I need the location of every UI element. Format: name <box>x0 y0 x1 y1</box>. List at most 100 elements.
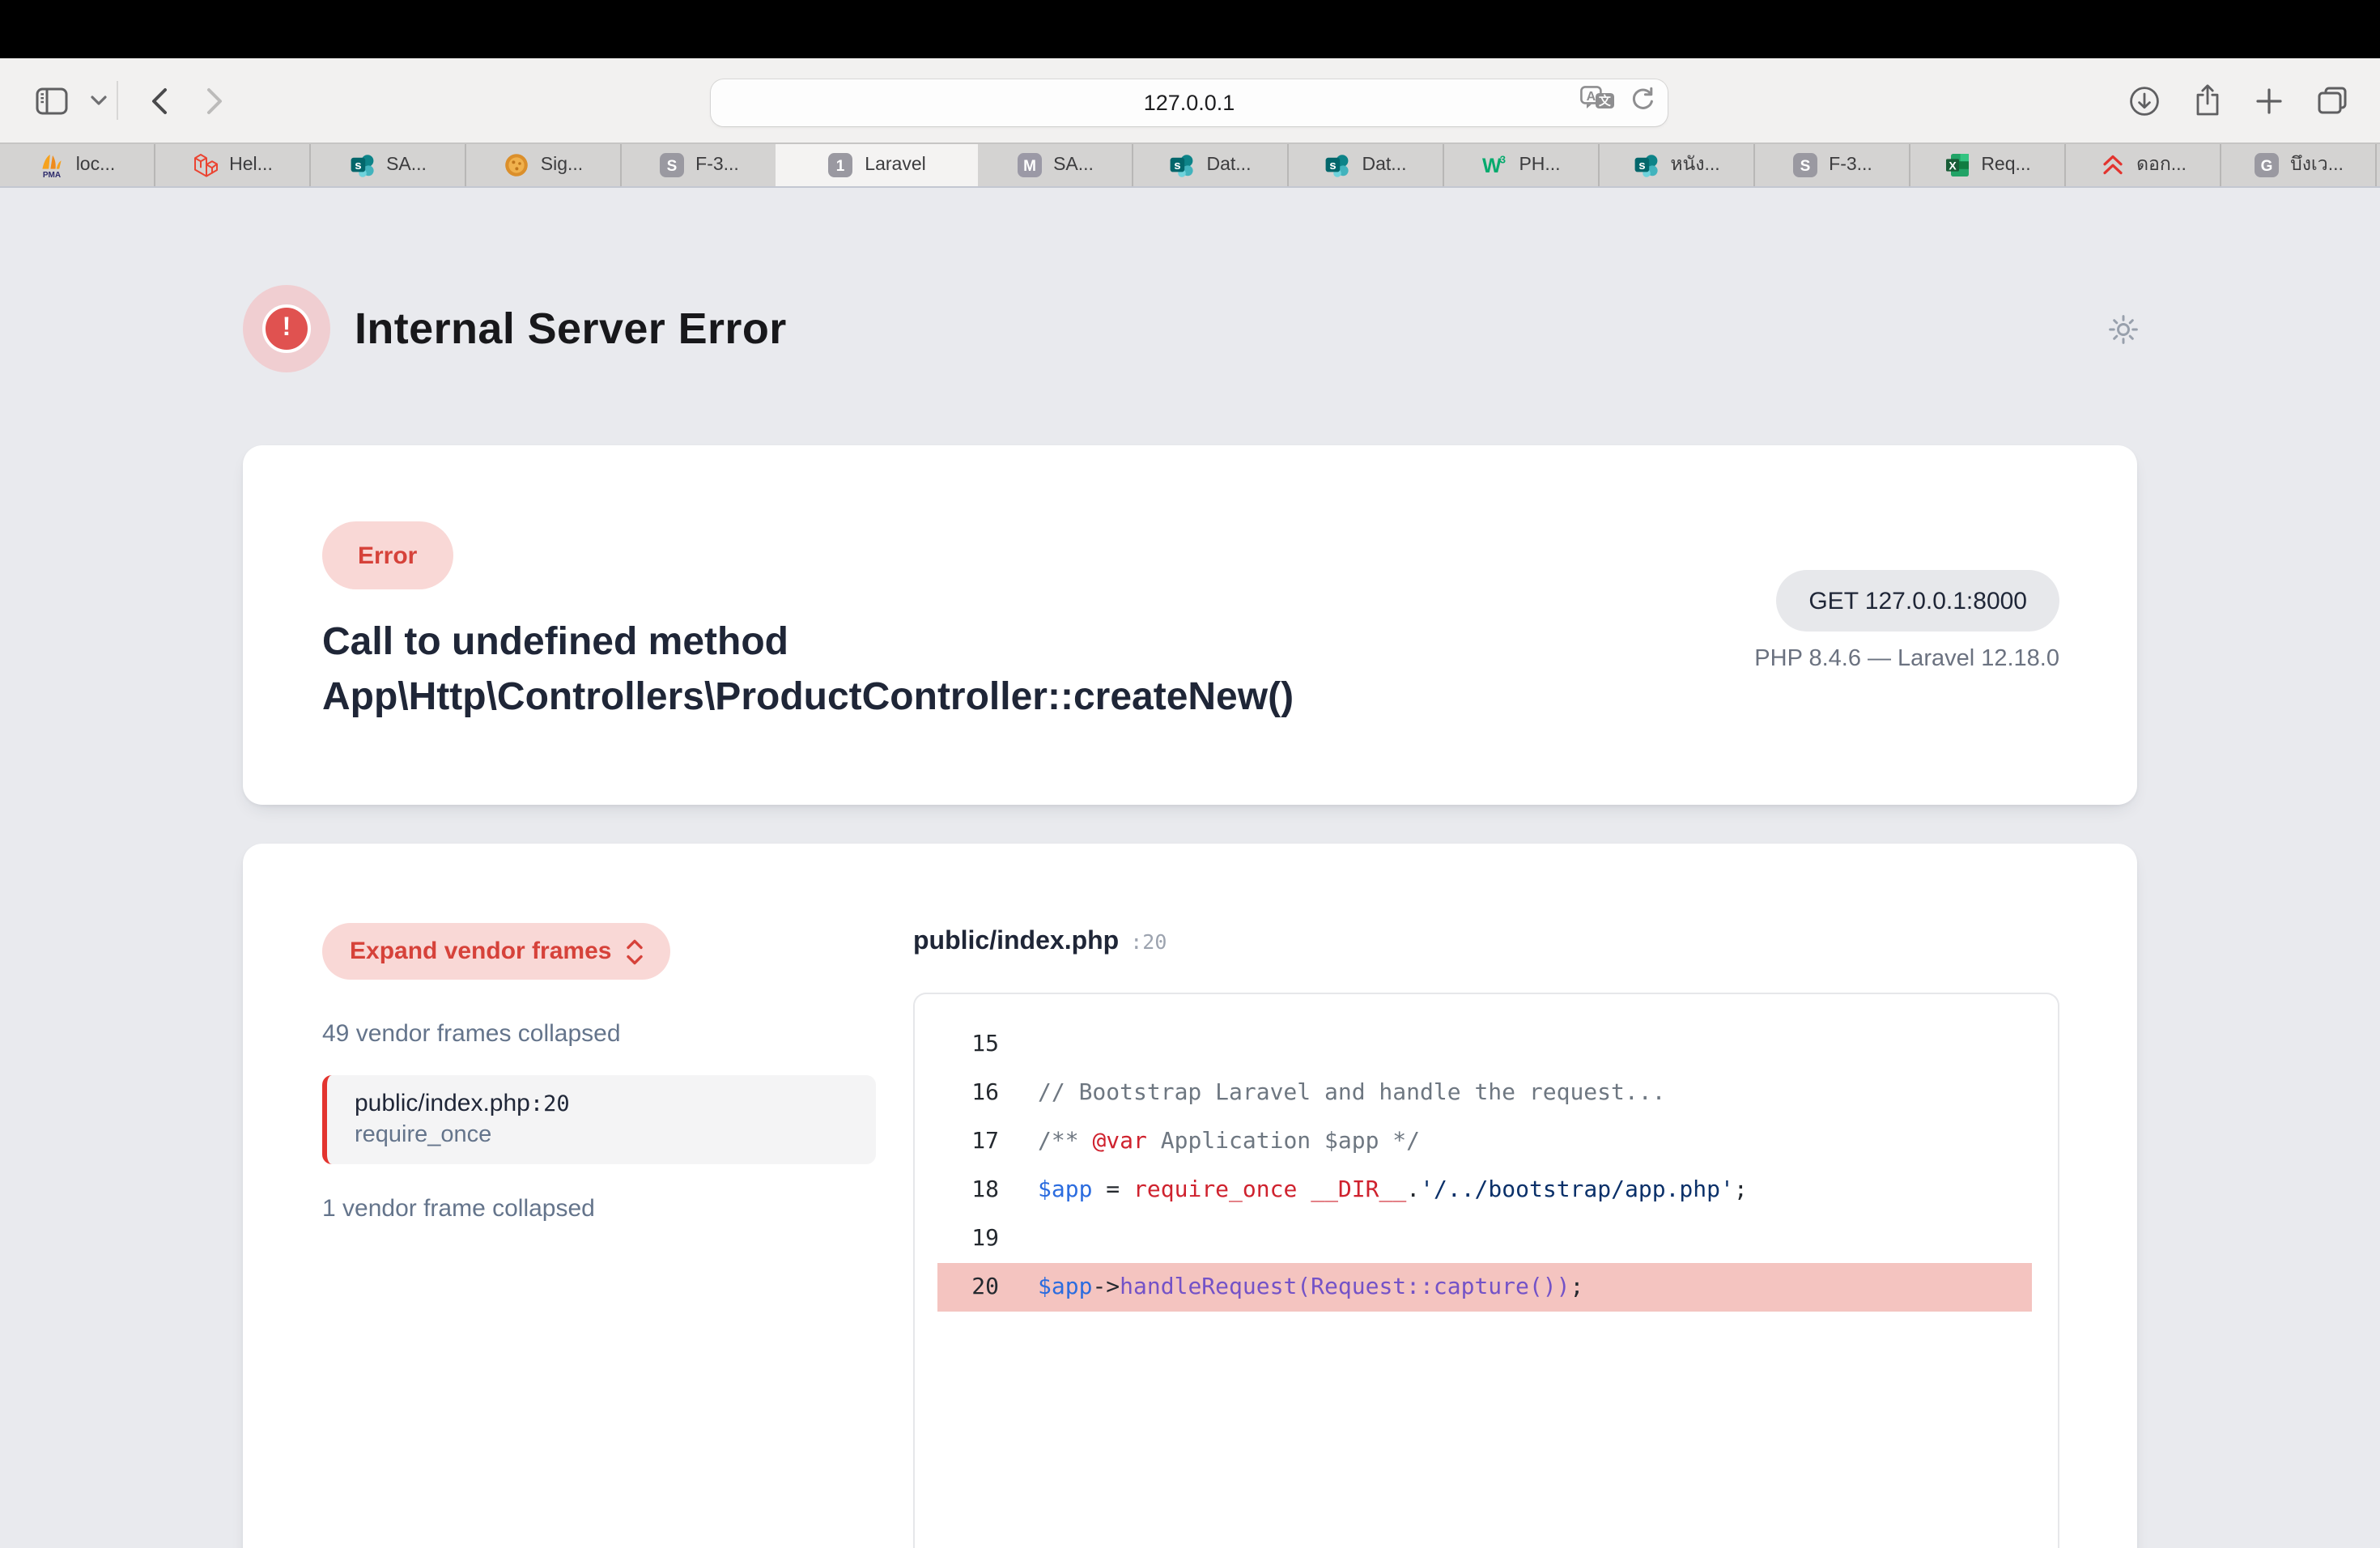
line-number: 16 <box>937 1080 999 1106</box>
menubar-black-strip <box>0 0 2380 58</box>
line-source: /** @var Application $app */ <box>1038 1129 1420 1155</box>
code-line: 17 /** @var Application $app */ <box>937 1117 2032 1166</box>
code-file-name: public/index.php <box>913 928 1119 957</box>
gray-s-icon: S <box>658 152 684 178</box>
line-number: 15 <box>937 1031 999 1057</box>
svg-text:W: W <box>1482 155 1502 177</box>
sharepoint-icon: s <box>1633 152 1659 178</box>
error-summary-card: Error Call to undefined method App\Http\… <box>243 445 2137 805</box>
code-file-header: public/index.php :20 <box>913 928 2059 957</box>
svg-text:s: s <box>1330 159 1337 172</box>
w3schools-icon: W3 <box>1481 152 1507 178</box>
browser-tab-10[interactable]: s หนัง... <box>1600 144 1755 186</box>
browser-tab-11[interactable]: S F-3... <box>1755 144 1910 186</box>
downloads-icon[interactable] <box>2129 85 2160 116</box>
excel-icon: X <box>1944 152 1970 178</box>
browser-tab-7[interactable]: s Dat... <box>1133 144 1289 186</box>
code-line-ref: :20 <box>1130 929 1167 954</box>
line-number: 17 <box>937 1129 999 1155</box>
line-number: 19 <box>937 1226 999 1252</box>
browser-tab-1[interactable]: Hel... <box>155 144 311 186</box>
svg-text:PMA: PMA <box>43 171 61 178</box>
browser-tab-6[interactable]: M SA... <box>978 144 1133 186</box>
page-header: ! Internal Server Error <box>243 285 2137 372</box>
code-line: 18 $app = require_once __DIR__.'/../boot… <box>937 1166 2032 1214</box>
gray-s-icon: S <box>1791 152 1817 178</box>
frame-function: require_once <box>355 1122 853 1148</box>
frame-file: public/index.php:20 <box>355 1090 853 1117</box>
reload-icon[interactable] <box>1630 86 1655 120</box>
stack-trace-card: Expand vendor frames 49 vendor frames co… <box>243 844 2137 1548</box>
url-text: 127.0.0.1 <box>1144 91 1235 115</box>
code-snippet: 15 16 // Bootstrap Laravel and handle th… <box>913 993 2059 1548</box>
svg-text:1: 1 <box>836 158 845 175</box>
laravel-error-page: ! Internal Server Error Error Call to un… <box>0 188 2380 1548</box>
sharepoint-icon: s <box>1325 152 1351 178</box>
browser-tab-0[interactable]: PMA loc... <box>0 144 155 186</box>
theme-toggle-sun-icon[interactable] <box>2106 312 2140 346</box>
line-number: 18 <box>937 1177 999 1203</box>
expand-chevrons-icon <box>626 938 642 964</box>
address-bar[interactable]: 127.0.0.1 A 文 <box>711 79 1668 126</box>
svg-text:S: S <box>666 158 677 175</box>
code-line: 19 <box>937 1214 2032 1263</box>
tab-group-chevron-icon[interactable] <box>91 96 107 105</box>
svg-text:s: s <box>1638 159 1645 172</box>
browser-tab-9[interactable]: W3 PH... <box>1444 144 1600 186</box>
share-icon[interactable] <box>2194 84 2221 117</box>
laravel-logo-icon <box>192 152 218 178</box>
code-line: 16 // Bootstrap Laravel and handle the r… <box>937 1069 2032 1117</box>
environment-versions: PHP 8.4.6 — Laravel 12.18.0 <box>1754 646 2059 672</box>
svg-text:X: X <box>1949 159 1957 172</box>
error-type-badge: Error <box>322 521 453 589</box>
svg-text:G: G <box>2260 158 2272 175</box>
svg-text:A: A <box>1587 90 1596 104</box>
orange-circle-icon <box>504 152 529 178</box>
svg-text:S: S <box>1800 158 1810 175</box>
browser-tab-active[interactable]: 1 Laravel <box>776 144 978 186</box>
browser-tab-14[interactable]: G บึงเว... <box>2221 144 2377 186</box>
new-tab-icon[interactable] <box>2255 87 2283 114</box>
collapsed-frames-note-top: 49 vendor frames collapsed <box>322 1020 876 1048</box>
gray-g-icon: G <box>2253 152 2279 178</box>
error-alert-icon: ! <box>243 285 330 372</box>
code-panel: public/index.php :20 15 16 // Bootstrap … <box>913 923 2059 1548</box>
svg-text:3: 3 <box>1500 154 1506 166</box>
svg-text:文: 文 <box>1599 94 1612 108</box>
browser-toolbar: 127.0.0.1 A 文 <box>0 58 2380 142</box>
svg-text:s: s <box>354 159 360 172</box>
sidebar-toggle-icon[interactable] <box>36 87 68 114</box>
translate-icon[interactable]: A 文 <box>1580 86 1616 120</box>
browser-tab-13[interactable]: ดอก... <box>2066 144 2221 186</box>
browser-tab-8[interactable]: s Dat... <box>1289 144 1444 186</box>
tab-bar: PMA loc... Hel... s SA... Sig... S F-3..… <box>0 142 2380 188</box>
code-line: 15 <box>937 1020 2032 1069</box>
svg-text:M: M <box>1022 158 1035 175</box>
browser-tab-2[interactable]: s SA... <box>311 144 466 186</box>
toolbar-divider <box>117 81 118 120</box>
page-title: Internal Server Error <box>355 304 787 354</box>
gray-1-icon: 1 <box>827 152 853 178</box>
browser-tab-3[interactable]: Sig... <box>466 144 622 186</box>
request-method-badge: GET 127.0.0.1:8000 <box>1776 570 2059 632</box>
trace-sidebar: Expand vendor frames 49 vendor frames co… <box>322 923 876 1548</box>
browser-tab-12[interactable]: X Req... <box>1910 144 2066 186</box>
expand-vendor-frames-button[interactable]: Expand vendor frames <box>322 923 669 980</box>
gray-m-icon: M <box>1016 152 1042 178</box>
line-source: $app->handleRequest(Request::capture()); <box>1038 1274 1583 1300</box>
svg-text:s: s <box>1175 159 1181 172</box>
red-chevrons-icon <box>2099 152 2125 178</box>
line-source: $app = require_once __DIR__.'/../bootstr… <box>1038 1177 1748 1203</box>
collapsed-frames-note-bottom: 1 vendor frame collapsed <box>322 1195 876 1223</box>
back-button-icon[interactable] <box>151 87 168 114</box>
forward-button-icon[interactable] <box>206 87 223 114</box>
sharepoint-icon: s <box>349 152 375 178</box>
pma-icon: PMA <box>39 152 65 178</box>
sharepoint-icon: s <box>1170 152 1196 178</box>
code-line-highlighted: 20 $app->handleRequest(Request::capture(… <box>937 1263 2032 1312</box>
tab-overview-icon[interactable] <box>2317 86 2348 115</box>
line-source: // Bootstrap Laravel and handle the requ… <box>1038 1080 1665 1106</box>
screen: 127.0.0.1 A 文 <box>0 0 2380 1548</box>
stack-frame-item[interactable]: public/index.php:20 require_once <box>322 1075 876 1164</box>
browser-tab-4[interactable]: S F-3... <box>622 144 777 186</box>
